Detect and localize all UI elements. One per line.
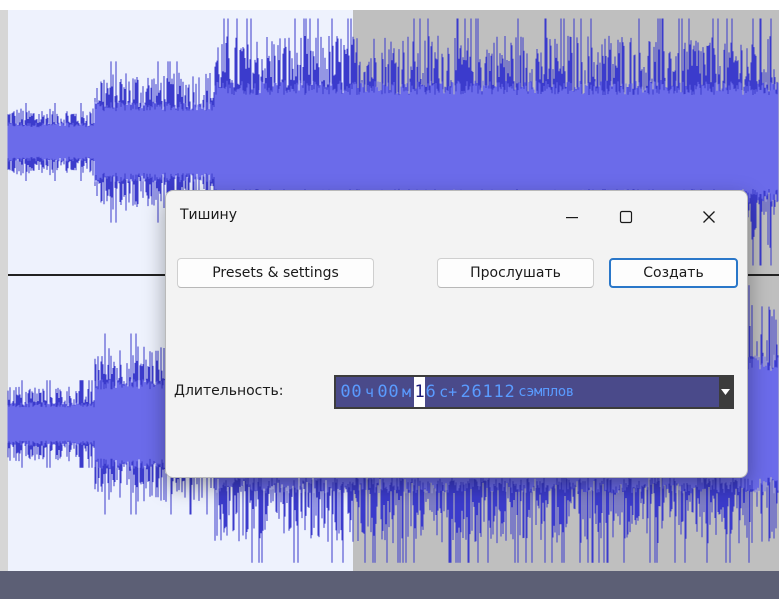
timecode-digit[interactable]: 0 xyxy=(351,377,362,407)
generate-silence-dialog: Тишину Presets & settings Прослушать Соз… xyxy=(165,190,748,478)
create-button[interactable]: Создать xyxy=(609,258,738,288)
timecode-digit-selected[interactable]: 1 xyxy=(414,377,426,407)
timecode-digit[interactable]: 0 xyxy=(340,377,351,407)
dialog-titlebar[interactable]: Тишину xyxy=(166,191,747,243)
dialog-title: Тишину xyxy=(180,207,237,223)
timecode-digit[interactable]: 2 xyxy=(460,377,471,407)
bottom-track-area xyxy=(0,571,779,599)
preview-button[interactable]: Прослушать xyxy=(437,258,594,288)
timecode-digit[interactable]: 2 xyxy=(504,377,515,407)
timecode-digit[interactable]: 0 xyxy=(377,377,388,407)
maximize-button[interactable] xyxy=(603,199,649,235)
timecode-digit[interactable]: 0 xyxy=(388,377,399,407)
presets-settings-button[interactable]: Presets & settings xyxy=(177,258,374,288)
timecode-digit[interactable]: 6 xyxy=(425,377,436,407)
timecode-unit-samples: сэмплов xyxy=(518,384,574,400)
track-left-gutter xyxy=(0,10,8,571)
timecode-unit-seconds: с+ xyxy=(439,383,458,401)
timecode-digit[interactable]: 1 xyxy=(482,377,493,407)
minimize-button[interactable] xyxy=(549,199,595,235)
timecode-unit-minutes: м xyxy=(402,383,412,401)
maximize-icon xyxy=(619,210,633,224)
duration-label: Длительность: xyxy=(174,383,284,399)
timecode-digit[interactable]: 1 xyxy=(493,377,504,407)
timecode-unit-hours: ч xyxy=(365,383,375,401)
dropdown-arrow-icon xyxy=(721,389,730,395)
close-button[interactable] xyxy=(686,199,732,235)
close-icon xyxy=(703,211,715,223)
minimize-icon xyxy=(566,217,578,219)
timecode-format-dropdown[interactable] xyxy=(719,377,732,407)
duration-timecode-control[interactable]: 0 0 ч 0 0 м 1 6 с+ 2 6 1 1 2 сэмплов xyxy=(334,375,734,409)
timecode-digit[interactable]: 6 xyxy=(471,377,482,407)
